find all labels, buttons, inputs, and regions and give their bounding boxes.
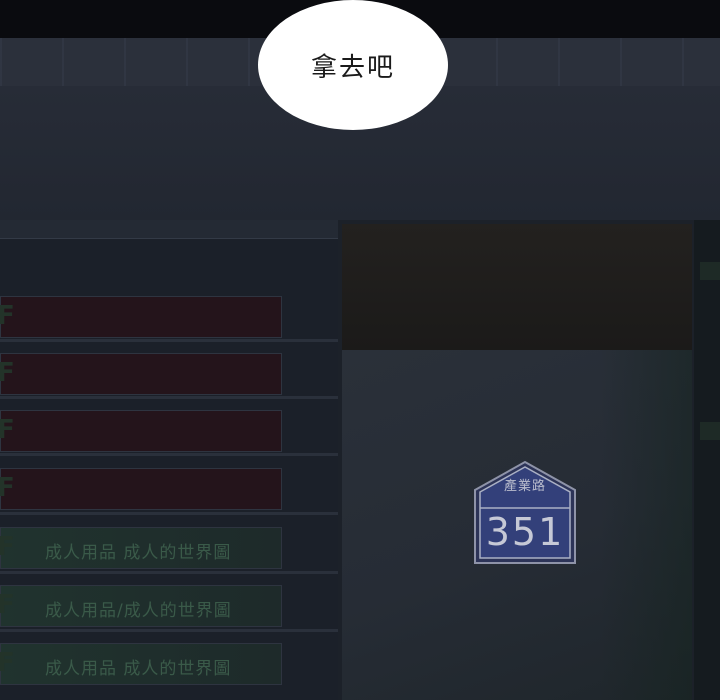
floor-letter: F bbox=[0, 358, 15, 388]
shop-sign-3: F 成人用品 成人的世界圖 bbox=[0, 643, 282, 685]
floor-letter: F bbox=[0, 532, 15, 562]
address-plate: 產業路 351 bbox=[472, 460, 578, 568]
floor-sign-3: F bbox=[0, 410, 282, 452]
floor-letter: F bbox=[0, 590, 15, 620]
shop-sign-text: 成人用品 成人的世界圖 bbox=[45, 659, 232, 679]
floor-sign-2: F bbox=[0, 353, 282, 395]
right-building-detail bbox=[700, 422, 720, 440]
right-building bbox=[694, 220, 720, 700]
floor-letter: F bbox=[0, 473, 15, 503]
shop-sign-1: F 成人用品 成人的世界圖 bbox=[0, 527, 282, 569]
floor-letter: F bbox=[0, 301, 15, 331]
entrance-awning bbox=[342, 224, 692, 350]
speech-bubble: 拿去吧 bbox=[258, 0, 448, 130]
ledge bbox=[0, 396, 338, 399]
speech-bubble-text: 拿去吧 bbox=[310, 53, 395, 83]
left-building bbox=[0, 220, 338, 700]
house-number: 351 bbox=[485, 510, 565, 554]
shop-sign-text: 成人用品/成人的世界圖 bbox=[45, 601, 232, 621]
shop-sign-text: 成人用品 成人的世界圖 bbox=[45, 543, 232, 563]
ledge bbox=[0, 629, 338, 632]
floor-sign-1: F bbox=[0, 296, 282, 338]
shop-sign-2: F 成人用品/成人的世界圖 bbox=[0, 585, 282, 627]
right-building-detail bbox=[700, 262, 720, 280]
floor-letter: F bbox=[0, 415, 15, 445]
left-cornice bbox=[0, 220, 338, 239]
street-name: 產業路 bbox=[503, 479, 546, 494]
ledge bbox=[0, 339, 338, 342]
floor-sign-4: F bbox=[0, 468, 282, 510]
ledge bbox=[0, 453, 338, 456]
floor-letter: F bbox=[0, 648, 15, 678]
ledge bbox=[0, 512, 338, 515]
entrance-shadow bbox=[600, 350, 692, 700]
comic-panel: F F F F F 成人用品 成人的世界圖 F 成人用品/成人的世界圖 F 成人… bbox=[0, 0, 720, 700]
ledge bbox=[0, 571, 338, 574]
